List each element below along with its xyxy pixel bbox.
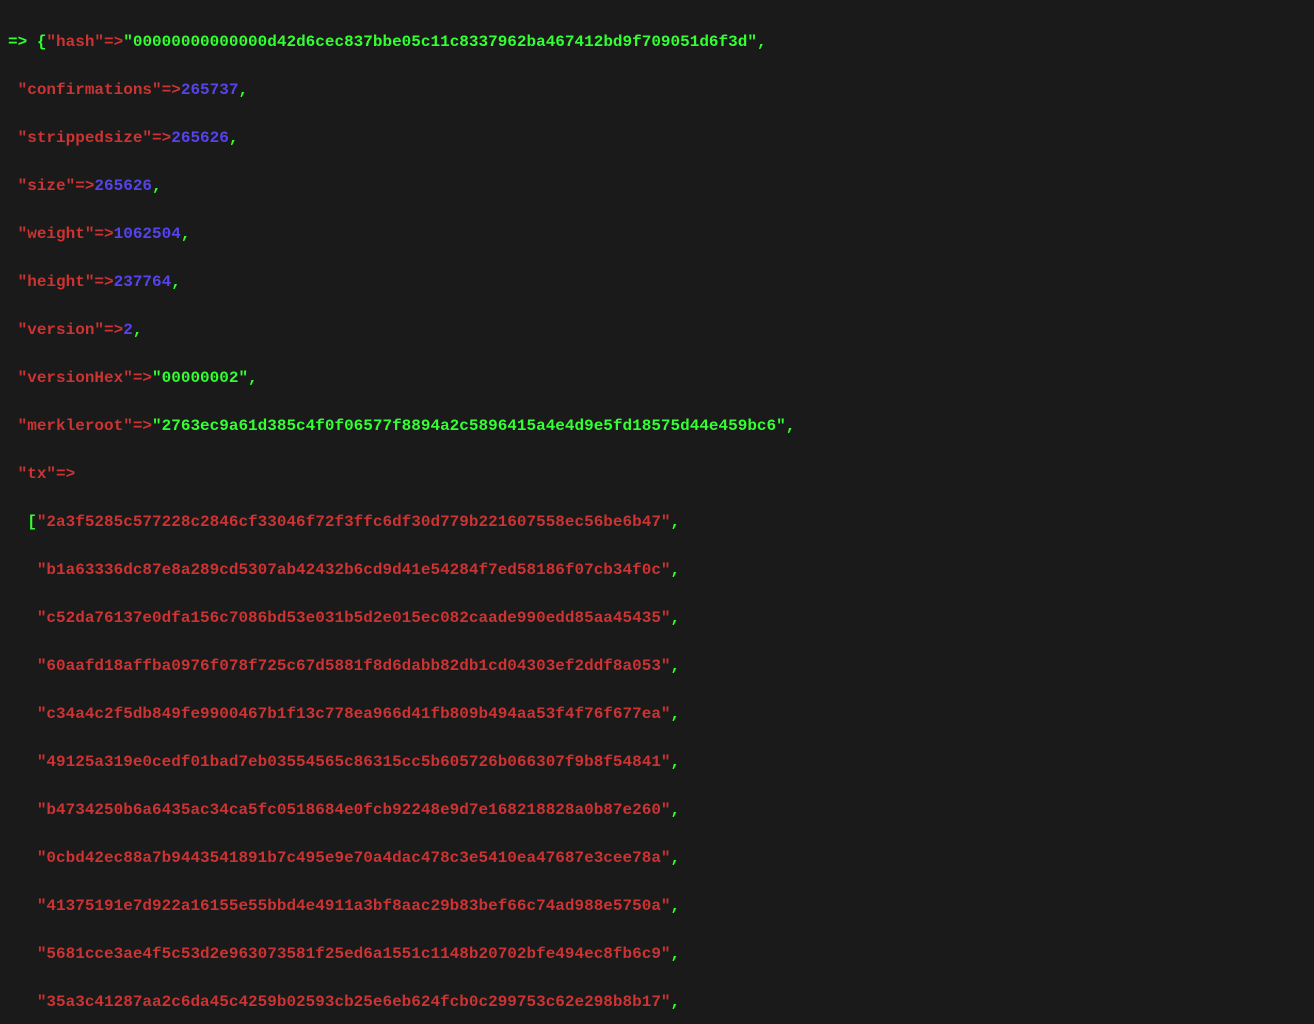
line-tx-2: "c52da76137e0dfa156c7086bd53e031b5d2e015… [8, 606, 1306, 630]
value-strippedsize: 265626 [171, 129, 229, 147]
line-tx-1: "b1a63336dc87e8a289cd5307ab42432b6cd9d41… [8, 558, 1306, 582]
arrow: => [104, 321, 123, 339]
tx-item: "5681cce3ae4f5c53d2e963073581f25ed6a1551… [37, 945, 671, 963]
value-hash: "00000000000000d42d6cec837bbe05c11c83379… [123, 33, 757, 51]
comma: , [671, 801, 681, 819]
tx-item: "35a3c41287aa2c6da45c4259b02593cb25e6eb6… [37, 993, 671, 1011]
tx-item: "41375191e7d922a16155e55bbd4e4911a3bf8aa… [37, 897, 671, 915]
arrow: => [94, 225, 113, 243]
line-strippedsize: "strippedsize"=>265626, [8, 126, 1306, 150]
comma: , [671, 609, 681, 627]
key-merkleroot: "merkleroot" [18, 417, 133, 435]
line-tx-6: "b4734250b6a6435ac34ca5fc0518684e0fcb922… [8, 798, 1306, 822]
tx-item: "b1a63336dc87e8a289cd5307ab42432b6cd9d41… [37, 561, 671, 579]
comma: , [229, 129, 239, 147]
comma: , [671, 753, 681, 771]
key-versionhex: "versionHex" [18, 369, 133, 387]
line-size: "size"=>265626, [8, 174, 1306, 198]
line-tx-4: "c34a4c2f5db849fe9900467b1f13c778ea966d4… [8, 702, 1306, 726]
line-height: "height"=>237764, [8, 270, 1306, 294]
tx-item: "c34a4c2f5db849fe9900467b1f13c778ea966d4… [37, 705, 671, 723]
key-hash: "hash" [46, 33, 104, 51]
line-versionhex: "versionHex"=>"00000002", [8, 366, 1306, 390]
value-weight: 1062504 [114, 225, 181, 243]
comma: , [248, 369, 258, 387]
value-height: 237764 [114, 273, 172, 291]
arrow: => [75, 177, 94, 195]
line-tx-key: "tx"=> [8, 462, 1306, 486]
comma: , [238, 81, 248, 99]
line-merkleroot: "merkleroot"=>"2763ec9a61d385c4f0f06577f… [8, 414, 1306, 438]
value-version: 2 [123, 321, 133, 339]
line-tx-5: "49125a319e0cedf01bad7eb03554565c86315cc… [8, 750, 1306, 774]
comma: , [671, 705, 681, 723]
key-height: "height" [18, 273, 95, 291]
tx-item: "49125a319e0cedf01bad7eb03554565c86315cc… [37, 753, 671, 771]
tx-open-bracket: [ [27, 513, 37, 531]
comma: , [671, 657, 681, 675]
tx-item: "2a3f5285c577228c2846cf33046f72f3ffc6df3… [37, 513, 671, 531]
arrow: => [56, 465, 75, 483]
line-tx-0: ["2a3f5285c577228c2846cf33046f72f3ffc6df… [8, 510, 1306, 534]
comma: , [671, 561, 681, 579]
arrow: => [94, 273, 113, 291]
open-brace: { [37, 33, 47, 51]
comma: , [671, 945, 681, 963]
comma: , [181, 225, 191, 243]
comma: , [671, 513, 681, 531]
key-strippedsize: "strippedsize" [18, 129, 152, 147]
key-confirmations: "confirmations" [18, 81, 162, 99]
arrow: => [152, 129, 171, 147]
comma: , [671, 849, 681, 867]
comma: , [786, 417, 796, 435]
comma: , [152, 177, 162, 195]
key-size: "size" [18, 177, 76, 195]
key-version: "version" [18, 321, 104, 339]
line-tx-10: "35a3c41287aa2c6da45c4259b02593cb25e6eb6… [8, 990, 1306, 1014]
value-confirmations: 265737 [181, 81, 239, 99]
line-hash: => {"hash"=>"00000000000000d42d6cec837bb… [8, 30, 1306, 54]
tx-item: "c52da76137e0dfa156c7086bd53e031b5d2e015… [37, 609, 671, 627]
arrow: => [104, 33, 123, 51]
line-confirmations: "confirmations"=>265737, [8, 78, 1306, 102]
key-tx: "tx" [18, 465, 56, 483]
line-tx-3: "60aafd18affba0976f078f725c67d5881f8d6da… [8, 654, 1306, 678]
key-weight: "weight" [18, 225, 95, 243]
line-tx-9: "5681cce3ae4f5c53d2e963073581f25ed6a1551… [8, 942, 1306, 966]
tx-item: "60aafd18affba0976f078f725c67d5881f8d6da… [37, 657, 671, 675]
comma: , [671, 993, 681, 1011]
comma: , [171, 273, 181, 291]
value-size: 265626 [94, 177, 152, 195]
comma: , [671, 897, 681, 915]
arrow: => [162, 81, 181, 99]
value-versionhex: "00000002" [152, 369, 248, 387]
arrow: => [133, 417, 152, 435]
line-tx-8: "41375191e7d922a16155e55bbd4e4911a3bf8aa… [8, 894, 1306, 918]
arrow: => [133, 369, 152, 387]
terminal-output: => {"hash"=>"00000000000000d42d6cec837bb… [0, 0, 1314, 1024]
tx-item: "0cbd42ec88a7b9443541891b7c495e9e70a4dac… [37, 849, 671, 867]
line-tx-7: "0cbd42ec88a7b9443541891b7c495e9e70a4dac… [8, 846, 1306, 870]
line-version: "version"=>2, [8, 318, 1306, 342]
tx-item: "b4734250b6a6435ac34ca5fc0518684e0fcb922… [37, 801, 671, 819]
value-merkleroot: "2763ec9a61d385c4f0f06577f8894a2c5896415… [152, 417, 786, 435]
comma: , [757, 33, 767, 51]
repl-prompt: => [8, 33, 27, 51]
line-weight: "weight"=>1062504, [8, 222, 1306, 246]
comma: , [133, 321, 143, 339]
